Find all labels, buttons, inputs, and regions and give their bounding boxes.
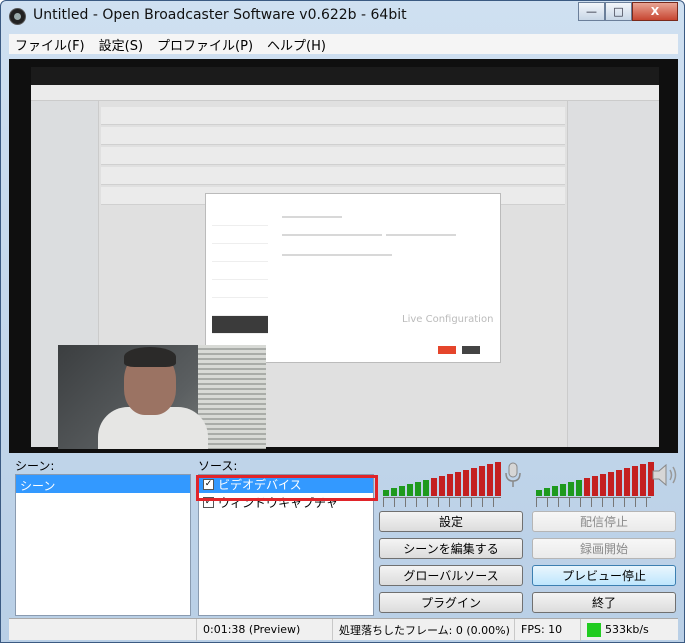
person-hair bbox=[124, 347, 176, 367]
edit-scene-button[interactable]: シーンを編集する bbox=[379, 538, 523, 559]
app-window: Untitled - Open Broadcaster Software v0.… bbox=[0, 0, 685, 643]
red-highlight-annotation bbox=[196, 475, 378, 501]
maximize-button[interactable]: □ bbox=[605, 2, 632, 21]
menu-file[interactable]: ファイル(F) bbox=[15, 35, 85, 54]
stop-preview-button[interactable]: プレビュー停止 bbox=[532, 565, 676, 586]
mic-scale bbox=[383, 497, 501, 507]
status-empty-cell bbox=[9, 618, 197, 641]
desktop-scale bbox=[536, 497, 651, 507]
mic-volume-meter bbox=[383, 460, 501, 496]
webcam-overlay bbox=[58, 345, 266, 449]
status-time: 0:01:38 (Preview) bbox=[197, 618, 333, 641]
captured-browser-window: Live Configuration bbox=[31, 67, 659, 449]
scene-item[interactable]: シーン bbox=[16, 475, 190, 493]
browser-nav-bar bbox=[31, 85, 659, 101]
browser-tab-strip bbox=[31, 67, 659, 85]
window-controls: — □ X bbox=[578, 2, 678, 21]
status-dropped-frames: 処理落ちしたフレーム: 0 (0.00%) bbox=[333, 618, 515, 641]
plugins-button[interactable]: プラグイン bbox=[379, 592, 523, 613]
dialog-cancel-button bbox=[462, 346, 480, 354]
dialog-line bbox=[282, 216, 342, 218]
browser-row bbox=[101, 147, 565, 165]
minimize-button[interactable]: — bbox=[578, 2, 605, 21]
scenes-label: シーン: bbox=[15, 459, 55, 473]
dialog-side-menu bbox=[212, 208, 268, 356]
sources-label: ソース: bbox=[198, 459, 238, 473]
live-configuration-text: Live Configuration bbox=[402, 314, 494, 325]
window-title: Untitled - Open Broadcaster Software v0.… bbox=[33, 7, 407, 23]
status-bitrate-cell: 533kb/s bbox=[581, 619, 678, 641]
menu-settings[interactable]: 設定(S) bbox=[99, 35, 143, 54]
dialog-line bbox=[282, 254, 392, 256]
window-blinds bbox=[198, 345, 266, 449]
menu-help[interactable]: ヘルプ(H) bbox=[267, 35, 326, 54]
desktop-volume-meter bbox=[536, 460, 654, 496]
dialog-line bbox=[282, 234, 382, 236]
menu-bar: ファイル(F) 設定(S) プロファイル(P) ヘルプ(H) bbox=[9, 34, 678, 54]
global-sources-button[interactable]: グローバルソース bbox=[379, 565, 523, 586]
speaker-icon[interactable] bbox=[651, 461, 681, 489]
start-recording-button[interactable]: 録画開始 bbox=[532, 538, 676, 559]
status-bitrate: 533kb/s bbox=[605, 623, 649, 636]
exit-button[interactable]: 終了 bbox=[532, 592, 676, 613]
settings-button[interactable]: 設定 bbox=[379, 511, 523, 532]
browser-row bbox=[101, 127, 565, 145]
stop-stream-button[interactable]: 配信停止 bbox=[532, 511, 676, 532]
dialog-ok-button bbox=[438, 346, 456, 354]
preview-area[interactable]: Live Configuration bbox=[9, 59, 678, 453]
status-fps: FPS: 10 bbox=[515, 618, 581, 641]
browser-right-panel bbox=[567, 101, 659, 447]
status-bar: 0:01:38 (Preview) 処理落ちしたフレーム: 0 (0.00%) … bbox=[9, 618, 678, 641]
scene-list[interactable]: シーン bbox=[15, 474, 191, 616]
menu-profile[interactable]: プロファイル(P) bbox=[157, 35, 253, 54]
bitrate-indicator-icon bbox=[587, 622, 601, 637]
browser-row bbox=[101, 167, 565, 185]
dialog-line bbox=[386, 234, 456, 236]
title-bar: Untitled - Open Broadcaster Software v0.… bbox=[1, 1, 684, 31]
obs-logo-icon bbox=[9, 8, 26, 25]
captured-dialog: Live Configuration bbox=[205, 193, 501, 363]
browser-row bbox=[101, 107, 565, 125]
microphone-icon[interactable] bbox=[503, 461, 523, 489]
close-button[interactable]: X bbox=[632, 2, 678, 21]
